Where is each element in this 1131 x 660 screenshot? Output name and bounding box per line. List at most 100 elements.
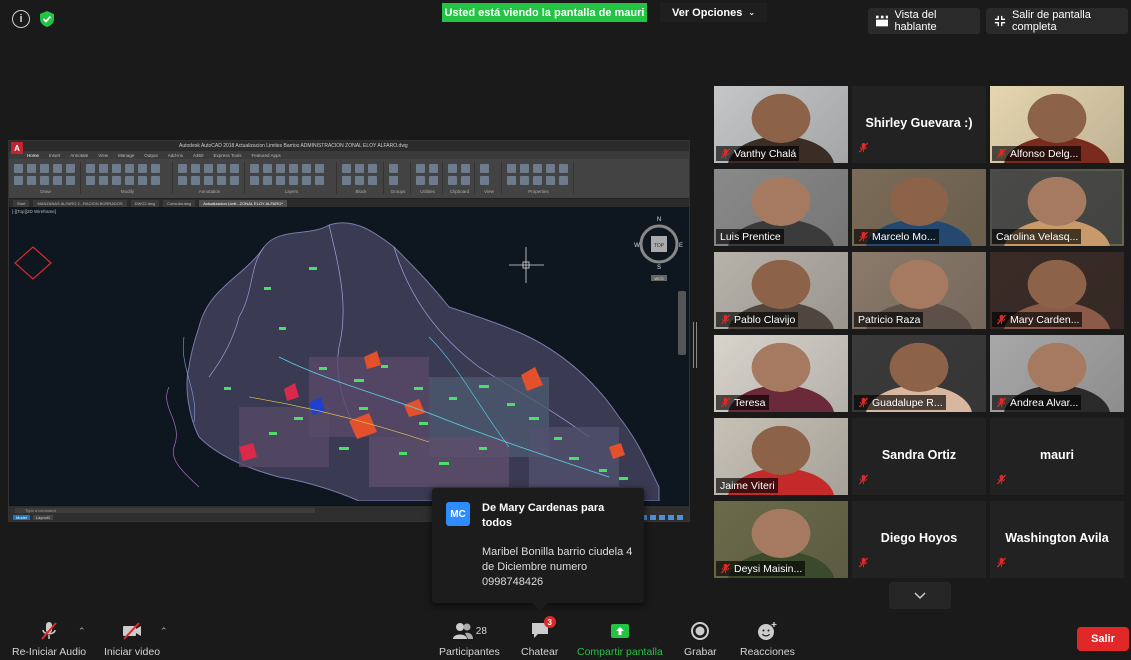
audio-options-caret[interactable]: ⌃ xyxy=(78,626,86,637)
cad-tool-icon[interactable] xyxy=(533,164,542,173)
cad-tool-icon[interactable] xyxy=(125,164,134,173)
cad-tool-icon[interactable] xyxy=(480,164,489,173)
cad-tool-icon[interactable] xyxy=(368,176,377,185)
participant-tile[interactable]: Washington Avila xyxy=(990,501,1124,578)
split-divider-handle[interactable] xyxy=(693,322,697,368)
cad-tool-icon[interactable] xyxy=(86,164,95,173)
cad-tool-icon[interactable] xyxy=(520,164,529,173)
video-options-caret[interactable]: ⌃ xyxy=(160,626,168,637)
cad-tool-icon[interactable] xyxy=(125,176,134,185)
cad-tool-icon[interactable] xyxy=(250,176,259,185)
participant-tile[interactable]: Mary Carden... xyxy=(990,252,1124,329)
cad-ribbon-tab[interactable]: Add-ins xyxy=(168,153,183,158)
cad-tool-icon[interactable] xyxy=(178,176,187,185)
participants-button[interactable]: 28 Participantes xyxy=(439,620,500,658)
cad-file-tab[interactable]: Consulta.dwg xyxy=(163,199,196,207)
participant-tile[interactable]: Alfonso Delg... xyxy=(990,86,1124,163)
cad-tool-icon[interactable] xyxy=(355,176,364,185)
cad-tool-icon[interactable] xyxy=(429,176,438,185)
cad-tool-icon[interactable] xyxy=(230,176,239,185)
participant-tile[interactable]: Luis Prentice xyxy=(714,169,848,246)
cad-tool-icon[interactable] xyxy=(559,176,568,185)
cad-tool-icon[interactable] xyxy=(461,176,470,185)
cad-ribbon-tab[interactable]: A360 xyxy=(193,153,204,158)
cad-ribbon-tab[interactable]: Insert xyxy=(49,153,60,158)
cad-tool-icon[interactable] xyxy=(151,164,160,173)
cad-ribbon-tab[interactable]: Featured Apps xyxy=(251,153,280,158)
cad-tool-icon[interactable] xyxy=(276,176,285,185)
cad-tool-icon[interactable] xyxy=(315,164,324,173)
record-button[interactable]: Grabar xyxy=(684,620,717,658)
cad-tool-icon[interactable] xyxy=(368,164,377,173)
cad-tool-icon[interactable] xyxy=(191,176,200,185)
cad-tool-icon[interactable] xyxy=(263,164,272,173)
cad-tool-icon[interactable] xyxy=(99,176,108,185)
cad-tool-icon[interactable] xyxy=(14,164,23,173)
cad-tool-icon[interactable] xyxy=(429,164,438,173)
cad-tool-icon[interactable] xyxy=(289,164,298,173)
cad-ribbon-tab[interactable]: Manage xyxy=(118,153,134,158)
cad-tool-icon[interactable] xyxy=(138,164,147,173)
participant-tile[interactable]: Sandra Ortiz xyxy=(852,418,986,495)
cad-tool-icon[interactable] xyxy=(66,176,75,185)
cad-file-tab[interactable]: DWG2.dwg xyxy=(130,199,160,207)
cad-tool-icon[interactable] xyxy=(302,176,311,185)
cad-ribbon-tab[interactable]: Express Tools xyxy=(214,153,242,158)
cad-tool-icon[interactable] xyxy=(448,164,457,173)
cad-command-line[interactable]: Type a command xyxy=(15,508,315,513)
participant-tile[interactable]: Vanthy Chalá xyxy=(714,86,848,163)
cad-tool-icon[interactable] xyxy=(40,176,49,185)
cad-tool-icon[interactable] xyxy=(204,164,213,173)
cad-tool-icon[interactable] xyxy=(217,164,226,173)
cad-tool-icon[interactable] xyxy=(302,164,311,173)
info-icon[interactable]: i xyxy=(12,10,30,28)
cad-tool-icon[interactable] xyxy=(289,176,298,185)
cad-tool-icon[interactable] xyxy=(533,176,542,185)
participant-tile[interactable]: Carolina Velasq... xyxy=(990,169,1124,246)
cad-tool-icon[interactable] xyxy=(342,176,351,185)
cad-tool-icon[interactable] xyxy=(66,164,75,173)
participant-tile[interactable]: Marcelo Mo... xyxy=(852,169,986,246)
cad-tool-icon[interactable] xyxy=(204,176,213,185)
participant-tile[interactable]: Diego Hoyos xyxy=(852,501,986,578)
cad-tool-icon[interactable] xyxy=(250,164,259,173)
cad-tool-icon[interactable] xyxy=(53,164,62,173)
cad-tool-icon[interactable] xyxy=(507,164,516,173)
cad-tool-icon[interactable] xyxy=(559,164,568,173)
exit-fullscreen-button[interactable]: Salir de pantalla completa xyxy=(986,8,1128,34)
viewcube[interactable]: TOP N S E W WCS xyxy=(634,217,683,281)
cad-tool-icon[interactable] xyxy=(416,164,425,173)
cad-tool-icon[interactable] xyxy=(342,164,351,173)
participant-tile[interactable]: Teresa xyxy=(714,335,848,412)
reactions-button[interactable]: Reacciones xyxy=(740,620,795,658)
chat-button[interactable]: 3 Chatear xyxy=(521,616,558,658)
participant-tile[interactable]: Patricio Raza xyxy=(852,252,986,329)
cad-tool-icon[interactable] xyxy=(507,176,516,185)
cad-tool-icon[interactable] xyxy=(315,176,324,185)
speaker-view-button[interactable]: Vista del hablante xyxy=(868,8,980,34)
cad-tool-icon[interactable] xyxy=(263,176,272,185)
cad-tool-icon[interactable] xyxy=(389,164,398,173)
cad-ribbon-tab[interactable]: Home xyxy=(27,153,39,158)
encryption-shield-icon[interactable] xyxy=(38,10,56,28)
cad-tool-icon[interactable] xyxy=(230,164,239,173)
cad-tool-icon[interactable] xyxy=(14,176,23,185)
participant-tile[interactable]: Guadalupe R... xyxy=(852,335,986,412)
cad-ribbon-tab[interactable]: Annotate xyxy=(70,153,88,158)
cad-model-tab[interactable]: Model xyxy=(13,515,30,520)
cad-model-tab[interactable]: Layout1 xyxy=(32,515,54,520)
share-screen-button[interactable]: Compartir pantalla xyxy=(577,620,663,658)
cad-tool-icon[interactable] xyxy=(138,176,147,185)
cad-tool-icon[interactable] xyxy=(112,164,121,173)
chat-notification[interactable]: MC De Mary Cardenas para todos Maribel B… xyxy=(432,488,644,611)
cad-file-tab[interactable]: Actualizacion Limit...ZONAL ELOY ALFARO* xyxy=(199,199,287,207)
gallery-next-page-button[interactable] xyxy=(889,582,951,609)
cad-tool-icon[interactable] xyxy=(27,164,36,173)
cad-tool-icon[interactable] xyxy=(276,164,285,173)
cad-tool-icon[interactable] xyxy=(40,164,49,173)
cad-tool-icon[interactable] xyxy=(99,164,108,173)
participant-tile[interactable]: Deysi Maisin... xyxy=(714,501,848,578)
cad-ribbon-tab[interactable]: View xyxy=(98,153,108,158)
video-button[interactable]: Iniciar video xyxy=(104,620,160,658)
participant-tile[interactable]: Andrea Alvar... xyxy=(990,335,1124,412)
